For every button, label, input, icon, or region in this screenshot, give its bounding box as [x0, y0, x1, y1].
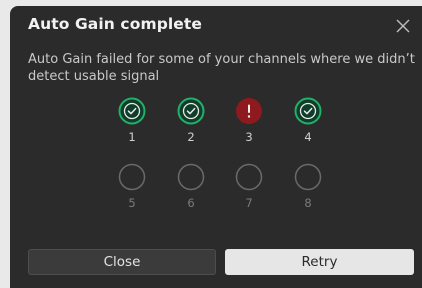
- channel-number: 8: [304, 196, 312, 210]
- channel-number: 7: [245, 196, 253, 210]
- check-icon: [177, 97, 205, 125]
- auto-gain-dialog: Auto Gain complete Auto Gain failed for …: [10, 6, 422, 288]
- empty-circle-icon: [177, 163, 205, 191]
- empty-circle-icon: [294, 163, 322, 191]
- channel-number: 3: [245, 130, 253, 144]
- close-icon[interactable]: [395, 18, 411, 34]
- empty-circle-icon: [235, 163, 263, 191]
- channel-number: 1: [128, 130, 136, 144]
- channel-number: 5: [128, 196, 136, 210]
- dialog-title: Auto Gain complete: [28, 15, 203, 33]
- dialog-message: Auto Gain failed for some of your channe…: [28, 52, 415, 84]
- retry-button[interactable]: Retry: [225, 249, 414, 275]
- channel-number: 4: [304, 130, 312, 144]
- channel-number: 6: [187, 196, 195, 210]
- exclamation-icon: [236, 98, 262, 124]
- empty-circle-icon: [118, 163, 146, 191]
- close-button[interactable]: Close: [28, 249, 216, 275]
- check-icon: [118, 97, 146, 125]
- check-icon: [294, 97, 322, 125]
- channel-number: 2: [187, 130, 195, 144]
